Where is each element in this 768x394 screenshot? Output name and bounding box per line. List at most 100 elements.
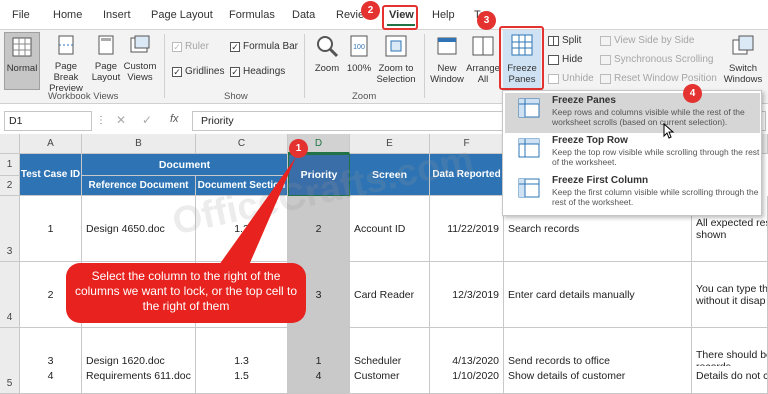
menu-item-freeze-top-row[interactable]: Freeze Top Row Keep the top row visible … bbox=[505, 133, 760, 173]
ruler-checkbox[interactable]: ✓ Ruler bbox=[172, 41, 209, 52]
tab-formulas[interactable]: Formulas bbox=[229, 9, 275, 21]
new-window-button[interactable]: New Window bbox=[428, 34, 466, 85]
page-layout-button[interactable]: Page Layout bbox=[90, 34, 122, 83]
row-header-3[interactable]: 3 bbox=[0, 196, 20, 262]
tab-review[interactable]: Revie bbox=[336, 9, 364, 21]
headings-check-icon: ✓ bbox=[230, 66, 240, 77]
header-document[interactable]: Document bbox=[82, 154, 288, 176]
ribbon-separator bbox=[424, 34, 425, 98]
magnifier-icon bbox=[317, 36, 339, 58]
zoom-button[interactable]: Zoom bbox=[310, 34, 344, 74]
new-window-label: New Window bbox=[430, 63, 464, 85]
workbook-views-group-label: Workbook Views bbox=[48, 91, 119, 102]
split-label: Split bbox=[562, 35, 582, 46]
side-by-side-icon bbox=[600, 35, 611, 46]
sync-scroll-icon bbox=[600, 54, 611, 65]
cell-e3[interactable]: Account ID bbox=[350, 196, 430, 262]
cell-h5-line1: There should be bbox=[696, 348, 768, 361]
split-button[interactable]: Split bbox=[548, 35, 581, 46]
page-break-preview-button[interactable]: Page Break Preview bbox=[42, 34, 90, 94]
arrange-all-label: Arrange All bbox=[466, 63, 500, 85]
cell-e4[interactable]: Card Reader bbox=[350, 262, 430, 328]
insert-function-icon[interactable]: fx bbox=[170, 113, 179, 125]
gridlines-label: Gridlines bbox=[185, 66, 225, 77]
tab-insert[interactable]: Insert bbox=[103, 9, 131, 21]
normal-view-icon bbox=[12, 37, 32, 57]
unhide-button[interactable]: Unhide bbox=[548, 73, 594, 84]
column-header-c[interactable]: C bbox=[196, 134, 288, 154]
headings-checkbox[interactable]: ✓ Headings bbox=[230, 66, 285, 77]
select-all-corner[interactable] bbox=[0, 134, 20, 154]
zoom-selection-icon bbox=[385, 35, 407, 57]
name-box-dropdown-icon[interactable]: ⋮ bbox=[96, 115, 106, 126]
headings-label: Headings bbox=[243, 66, 286, 77]
header-reference-document[interactable]: Reference Document bbox=[82, 176, 196, 196]
cancel-entry-icon[interactable]: ✕ bbox=[116, 113, 126, 127]
header-test-case-id[interactable]: Test Case ID bbox=[20, 154, 82, 196]
tab-help[interactable]: Help bbox=[432, 9, 455, 21]
zoom-group-label: Zoom bbox=[352, 91, 377, 102]
ruler-check-icon: ✓ bbox=[172, 41, 182, 52]
ribbon-separator bbox=[304, 34, 305, 98]
cell-e6[interactable]: Customer bbox=[350, 366, 430, 386]
reset-window-position-button[interactable]: Reset Window Position bbox=[600, 73, 717, 84]
page-layout-label: Page Layout bbox=[91, 61, 121, 83]
hide-button[interactable]: Hide bbox=[548, 54, 583, 65]
zoom-label: Zoom bbox=[314, 63, 340, 74]
arrange-all-button[interactable]: Arrange All bbox=[466, 34, 500, 85]
row-header-1[interactable]: 1 bbox=[0, 154, 20, 176]
gridlines-checkbox[interactable]: ✓ Gridlines bbox=[172, 66, 224, 77]
cell-f6[interactable]: 1/10/2020 bbox=[430, 366, 504, 386]
row-header-2[interactable]: 2 bbox=[0, 176, 20, 196]
cell-g4[interactable]: Enter card details manually bbox=[504, 262, 692, 328]
tab-home[interactable]: Home bbox=[53, 9, 82, 21]
row-header-5[interactable]: 5 bbox=[0, 328, 20, 394]
column-header-a[interactable]: A bbox=[20, 134, 82, 154]
name-box[interactable]: D1 bbox=[4, 111, 92, 131]
zoom-to-selection-button[interactable]: Zoom to Selection bbox=[374, 34, 418, 85]
step-badge-2: 2 bbox=[361, 1, 380, 20]
cell-f3[interactable]: 11/22/2019 bbox=[430, 196, 504, 262]
page-break-preview-label: Page Break Preview bbox=[49, 61, 83, 94]
cell-a3[interactable]: 1 bbox=[20, 196, 82, 262]
cell-g6[interactable]: Show details of customer bbox=[504, 366, 692, 386]
cell-a6[interactable]: 4 bbox=[20, 366, 82, 386]
cell-h4-line2: without it disap bbox=[696, 294, 766, 307]
synchronous-scrolling-label: Synchronous Scrolling bbox=[614, 54, 714, 65]
cell-f4[interactable]: 12/3/2019 bbox=[430, 262, 504, 328]
synchronous-scrolling-button[interactable]: Synchronous Scrolling bbox=[600, 54, 714, 65]
cell-d6[interactable]: 4 bbox=[288, 366, 350, 386]
confirm-entry-icon[interactable]: ✓ bbox=[142, 113, 152, 127]
show-group-label: Show bbox=[224, 91, 248, 102]
tab-page-layout[interactable]: Page Layout bbox=[151, 9, 213, 21]
custom-views-icon bbox=[130, 35, 150, 53]
menu-item-freeze-panes[interactable]: Freeze Panes Keep rows and columns visib… bbox=[505, 93, 760, 133]
hide-icon bbox=[548, 54, 559, 65]
normal-view-button[interactable]: Normal bbox=[4, 32, 40, 90]
cell-b6[interactable]: Requirements 611.doc bbox=[82, 366, 196, 386]
row-header-4[interactable]: 4 bbox=[0, 262, 20, 328]
cell-h4[interactable]: You can type the without it disap bbox=[692, 262, 768, 328]
freeze-panes-option-desc: Keep rows and columns visible while the … bbox=[552, 107, 745, 127]
unhide-label: Unhide bbox=[562, 73, 594, 84]
column-header-b[interactable]: B bbox=[82, 134, 196, 154]
cell-h3-line2: shown bbox=[696, 228, 727, 241]
page-layout-icon bbox=[98, 35, 114, 55]
zoom-100-button[interactable]: 100 100% bbox=[344, 34, 374, 74]
cell-h6[interactable]: Details do not c bbox=[692, 366, 768, 386]
freeze-panes-highlight bbox=[499, 26, 544, 90]
formula-bar-label: Formula Bar bbox=[243, 41, 299, 52]
ribbon-separator bbox=[164, 34, 165, 98]
new-window-icon bbox=[437, 37, 457, 55]
custom-views-button[interactable]: Custom Views bbox=[122, 34, 158, 83]
view-side-by-side-button[interactable]: View Side by Side bbox=[600, 35, 694, 46]
formula-bar-checkbox[interactable]: ✓ Formula Bar bbox=[230, 41, 298, 52]
freeze-top-row-desc: Keep the top row visible while scrolling… bbox=[552, 147, 760, 167]
menu-item-freeze-first-column[interactable]: Freeze First Column Keep the first colum… bbox=[505, 173, 760, 213]
tab-file[interactable]: File bbox=[12, 9, 30, 21]
page-break-icon bbox=[58, 35, 74, 55]
tab-data[interactable]: Data bbox=[292, 9, 315, 21]
cell-c6[interactable]: 1.5 bbox=[196, 366, 288, 386]
switch-windows-button[interactable]: Switch Windows bbox=[720, 34, 766, 85]
freeze-panes-option-title: Freeze Panes bbox=[552, 95, 616, 106]
